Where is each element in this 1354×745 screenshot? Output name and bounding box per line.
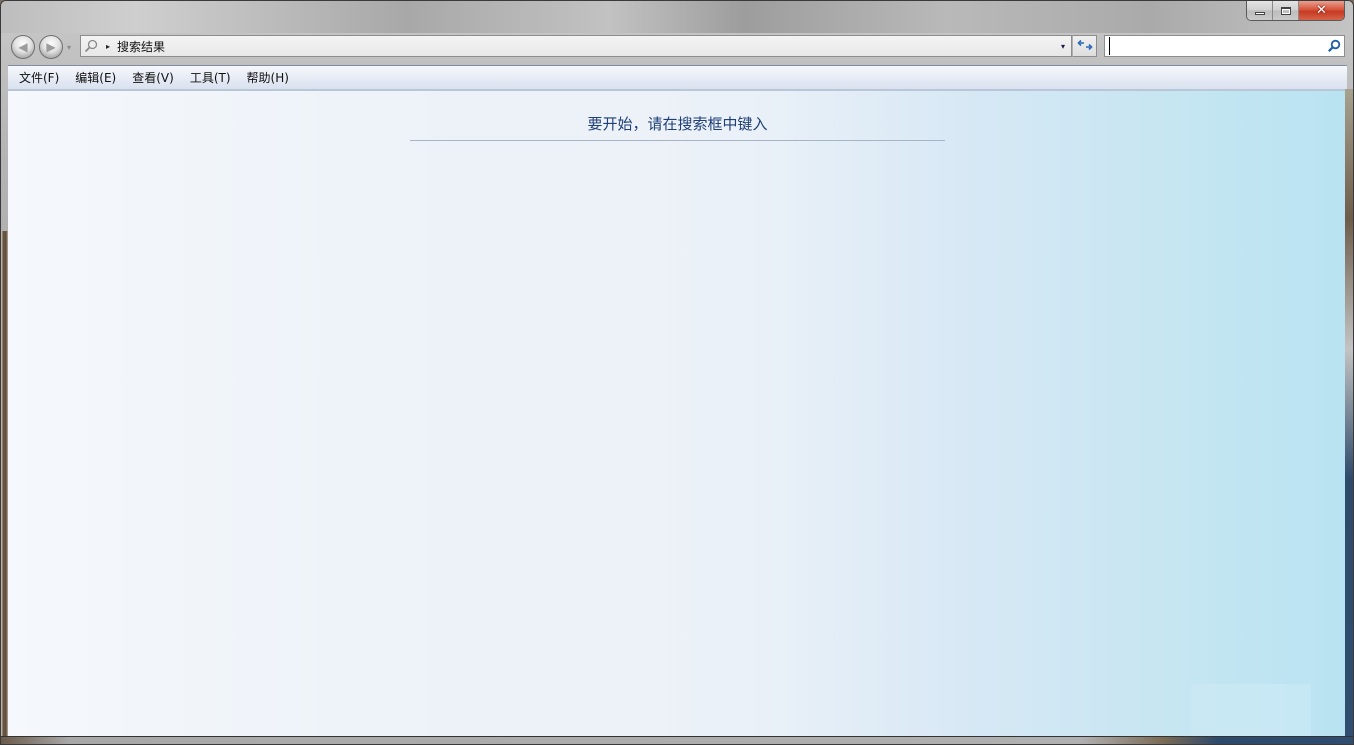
minimize-button[interactable] — [1247, 1, 1273, 20]
minimize-icon — [1254, 12, 1265, 15]
forward-arrow-icon: ▶ — [46, 40, 56, 54]
window-frame-bottom[interactable] — [1, 736, 1353, 744]
refresh-button[interactable] — [1072, 35, 1097, 57]
menu-tools[interactable]: 工具(T) — [183, 67, 238, 88]
chevron-down-icon: ▾ — [1060, 41, 1065, 51]
recent-pages-dropdown[interactable]: ▾ — [67, 43, 71, 52]
search-button[interactable] — [1324, 39, 1344, 53]
back-arrow-icon: ◀ — [18, 40, 28, 54]
explorer-window: ✕ ◀ ▶ ▾ ▸ 搜索结果 ▾ 文件(F) 编辑(E) 查看(V) 工具(T)… — [0, 0, 1354, 745]
maximize-icon — [1280, 6, 1291, 15]
refresh-icon — [1076, 37, 1093, 56]
breadcrumb-separator-icon[interactable]: ▸ — [101, 42, 115, 51]
menu-view[interactable]: 查看(V) — [125, 67, 181, 88]
address-bar[interactable]: ▸ 搜索结果 ▾ — [80, 35, 1072, 57]
menu-help[interactable]: 帮助(H) — [240, 67, 296, 88]
maximize-button[interactable] — [1273, 1, 1299, 20]
menu-file[interactable]: 文件(F) — [12, 67, 66, 88]
title-bar[interactable]: ✕ — [1, 1, 1353, 33]
navigation-bar: ◀ ▶ ▾ ▸ 搜索结果 ▾ — [1, 33, 1353, 61]
menu-edit[interactable]: 编辑(E) — [68, 67, 123, 88]
forward-button[interactable]: ▶ — [39, 35, 63, 59]
window-frame-left[interactable] — [1, 231, 8, 741]
close-icon: ✕ — [1316, 3, 1327, 18]
search-hint-heading: 要开始，请在搜索框中键入 — [410, 113, 945, 141]
close-button[interactable]: ✕ — [1299, 1, 1344, 20]
search-box — [1104, 35, 1345, 57]
menu-bar: 文件(F) 编辑(E) 查看(V) 工具(T) 帮助(H) — [8, 65, 1347, 89]
search-icon — [1328, 39, 1341, 52]
back-button[interactable]: ◀ — [11, 35, 35, 59]
breadcrumb-item[interactable]: 搜索结果 — [117, 38, 1055, 55]
address-dropdown-button[interactable]: ▾ — [1055, 42, 1071, 51]
chevron-down-icon: ▾ — [67, 43, 72, 52]
caption-buttons: ✕ — [1246, 1, 1345, 21]
search-icon — [81, 39, 101, 53]
search-results-pane[interactable]: 要开始，请在搜索框中键入 — [8, 89, 1347, 738]
background-decoration — [1191, 684, 1311, 738]
window-frame-right[interactable] — [1345, 89, 1353, 739]
search-input[interactable] — [1109, 37, 1324, 55]
